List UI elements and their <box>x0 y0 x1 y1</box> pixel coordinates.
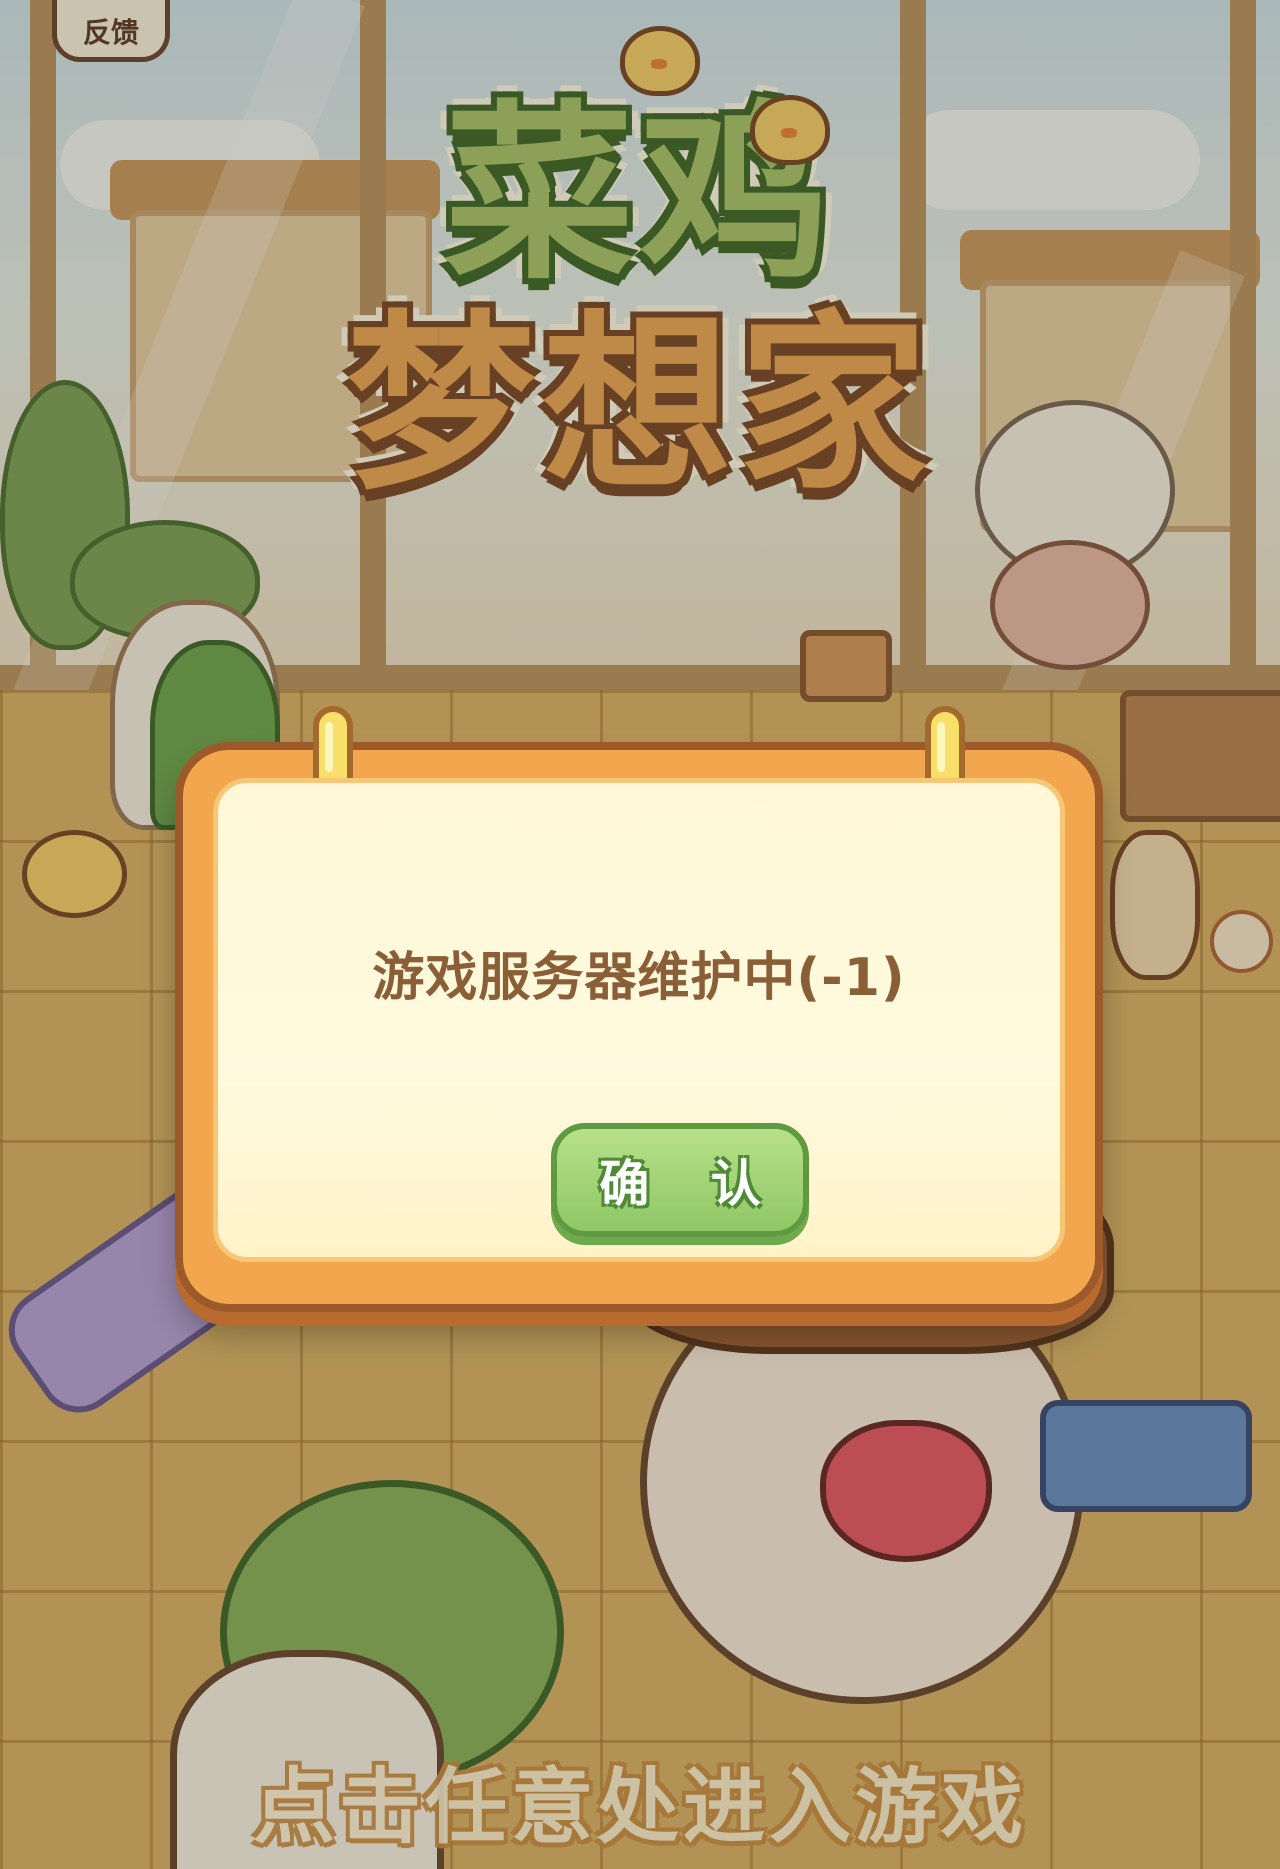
dialog-message: 游戏服务器维护中(-1) <box>372 948 906 1008</box>
confirm-button[interactable]: 确 认 <box>551 1123 809 1237</box>
dialog-panel: 游戏服务器维护中(-1) 确 认 <box>213 778 1065 1262</box>
game-start-screen[interactable]: 菜鸡 梦想家 反馈 点击任意处进入游戏 游戏服务器维护中(-1) 确 认 <box>0 0 1280 1869</box>
confirm-button-label: 确 认 <box>599 1155 783 1213</box>
maintenance-dialog: 游戏服务器维护中(-1) 确 认 <box>175 706 1103 1312</box>
